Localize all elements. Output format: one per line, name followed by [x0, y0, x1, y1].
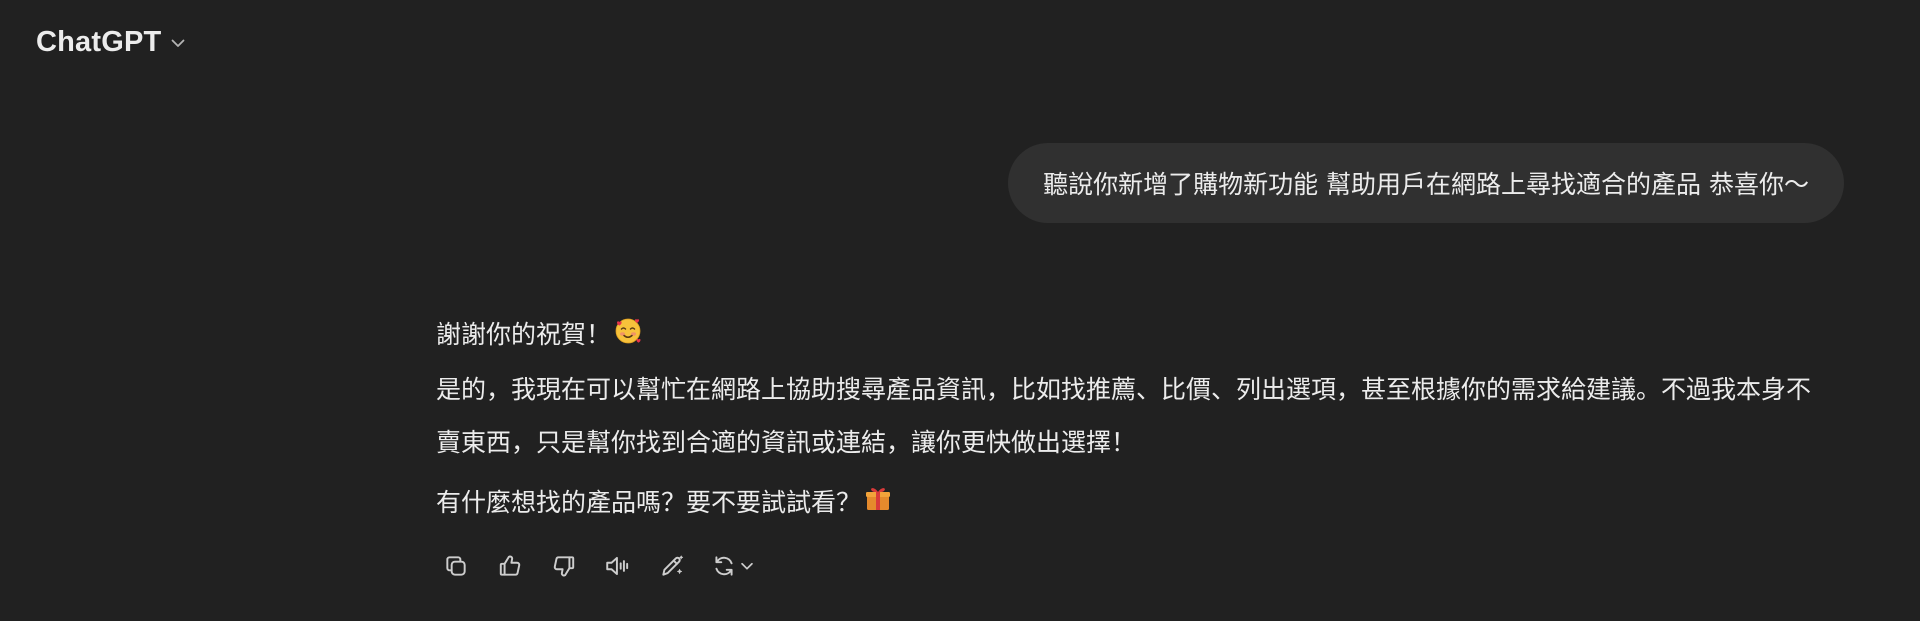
bad-response-button[interactable] — [544, 546, 584, 586]
chevron-down-icon — [741, 562, 753, 570]
read-aloud-icon — [606, 556, 629, 576]
copy-icon — [446, 556, 466, 576]
edit-in-canvas-icon — [662, 555, 684, 576]
model-selector[interactable]: ChatGPT — [28, 22, 197, 62]
assistant-body-text: 是的，我現在可以幫忙在網路上協助搜尋產品資訊，比如找推薦、比價、列出選項，甚至根… — [436, 374, 1812, 457]
assistant-message: 謝謝你的祝賀！ 是的，我現在可以幫忙在網路上協助搜尋產品資訊，比如找推薦、比價、… — [436, 308, 1826, 530]
copy-button[interactable] — [436, 546, 476, 586]
assistant-question-text: 有什麼想找的產品嗎？要不要試試看？ — [436, 487, 862, 517]
wrapped-gift-icon — [864, 477, 892, 530]
chevron-down-icon — [167, 32, 189, 54]
thumbs-down-icon — [553, 556, 575, 577]
user-message-bubble: 聽說你新增了購物新功能 幫助用戶在網路上尋找適合的產品 恭喜你～ — [1008, 143, 1844, 223]
user-message: 聽說你新增了購物新功能 幫助用戶在網路上尋找適合的產品 恭喜你～ — [1008, 143, 1844, 223]
edit-in-canvas-button[interactable] — [652, 546, 692, 586]
smiling-face-with-hearts-icon — [614, 310, 642, 363]
message-actions — [436, 546, 760, 586]
model-name: ChatGPT — [36, 25, 162, 58]
assistant-greeting: 謝謝你的祝賀！ — [436, 320, 612, 349]
chat-page: ChatGPT 聽說你新增了購物新功能 幫助用戶在網路上尋找適合的產品 恭喜你～… — [0, 0, 1920, 621]
good-response-button[interactable] — [490, 546, 530, 586]
regenerate-button[interactable] — [706, 546, 760, 586]
regenerate-icon — [715, 556, 733, 576]
assistant-paragraph-1: 謝謝你的祝賀！ 是的，我現在可以幫忙在網路上協助搜尋產品資訊，比如找推薦、比價、… — [436, 308, 1826, 469]
thumbs-up-icon — [499, 555, 521, 576]
read-aloud-button[interactable] — [598, 546, 638, 586]
assistant-paragraph-2: 有什麼想找的產品嗎？要不要試試看？ — [436, 476, 1826, 531]
